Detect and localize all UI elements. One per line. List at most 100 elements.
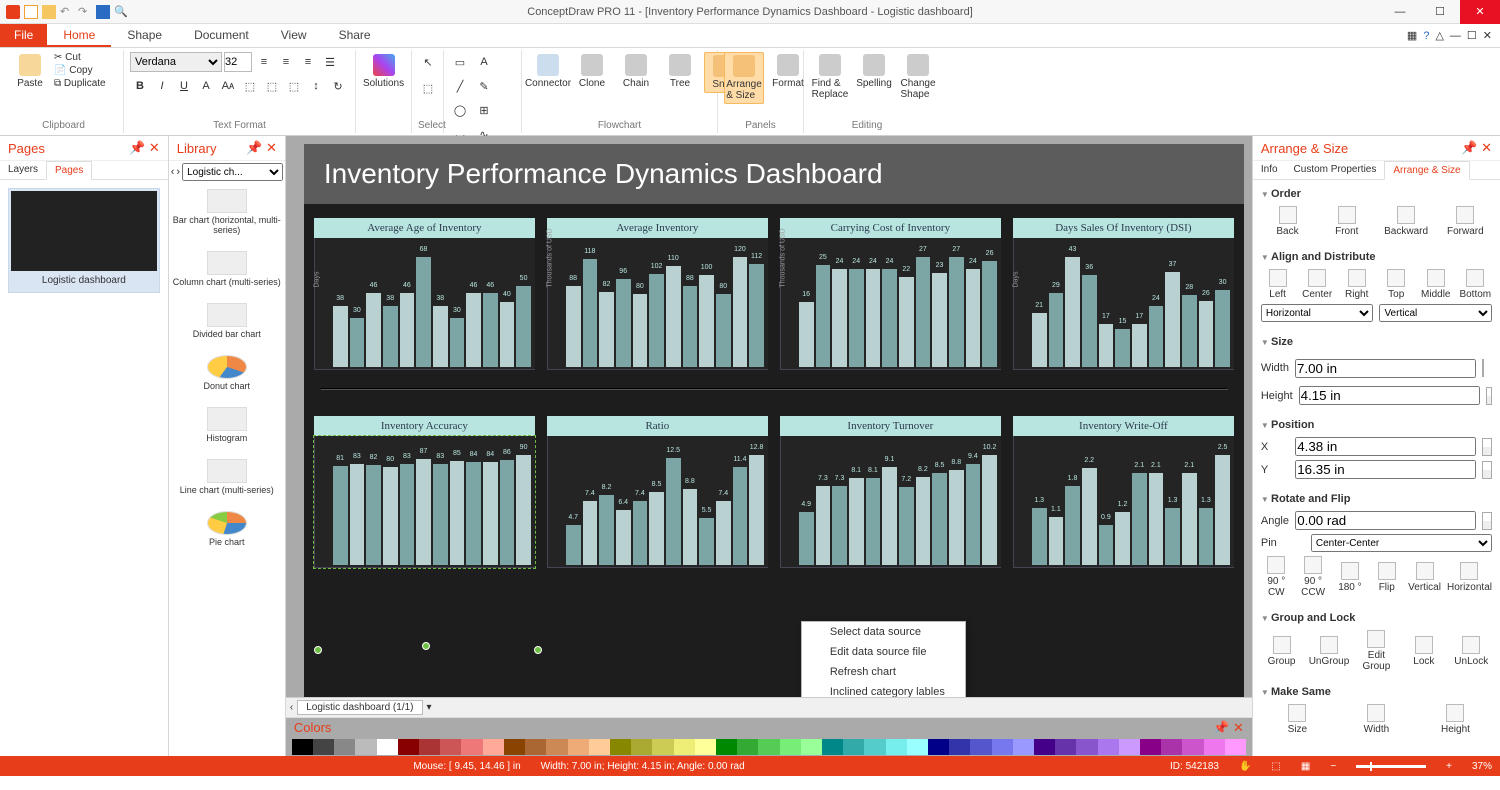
chart-card[interactable]: Carrying Cost of InventoryThousands of U… bbox=[780, 218, 1001, 370]
hand-icon[interactable]: ✋ bbox=[1239, 761, 1251, 772]
pen-tool-icon[interactable]: ✎ bbox=[474, 76, 494, 96]
color-swatch[interactable] bbox=[377, 739, 398, 755]
tab-view[interactable]: View bbox=[265, 24, 323, 47]
color-swatch[interactable] bbox=[631, 739, 652, 755]
insert-tool-icon[interactable]: ⊞ bbox=[474, 100, 494, 120]
solutions-button[interactable]: Solutions bbox=[362, 52, 405, 91]
color-swatch[interactable] bbox=[674, 739, 695, 755]
zoom-icon[interactable]: 🔍 bbox=[114, 5, 128, 19]
collapse-ribbon-icon[interactable]: △ bbox=[1435, 29, 1443, 42]
lasso-icon[interactable]: ⬚ bbox=[418, 78, 438, 98]
color-swatch[interactable] bbox=[355, 739, 376, 755]
panel-button[interactable]: UnGroup bbox=[1308, 636, 1349, 667]
lib-item-pie[interactable]: Pie chart bbox=[169, 505, 285, 557]
small-caps-icon[interactable]: Aᴀ bbox=[218, 76, 238, 96]
arrange-tab-arrange[interactable]: Arrange & Size bbox=[1384, 161, 1469, 180]
help-icon[interactable]: ? bbox=[1423, 30, 1429, 42]
zoom-out-icon[interactable]: − bbox=[1330, 761, 1336, 772]
find-replace-button[interactable]: Find & Replace bbox=[810, 52, 850, 102]
panel-button[interactable]: Backward bbox=[1379, 206, 1432, 237]
paste-button[interactable]: Paste bbox=[10, 52, 50, 91]
chart-card[interactable]: Days Sales Of Inventory (DSI)Days2129433… bbox=[1013, 218, 1234, 370]
grid-icon[interactable]: ▦ bbox=[1301, 761, 1310, 772]
panel-button[interactable]: UnLock bbox=[1451, 636, 1492, 667]
angle-spinner[interactable] bbox=[1482, 512, 1492, 530]
tab-dropdown-icon[interactable]: ▾ bbox=[427, 702, 432, 713]
copy-button[interactable]: 📄 Copy bbox=[54, 65, 106, 76]
mdi-close-icon[interactable]: ✕ bbox=[1483, 29, 1492, 42]
color-swatch[interactable] bbox=[1076, 739, 1097, 755]
color-swatch[interactable] bbox=[992, 739, 1013, 755]
valign-bot-icon[interactable]: ⬚ bbox=[284, 76, 304, 96]
color-swatch[interactable] bbox=[949, 739, 970, 755]
color-swatch[interactable] bbox=[546, 739, 567, 755]
color-swatch[interactable] bbox=[1098, 739, 1119, 755]
color-swatch[interactable] bbox=[313, 739, 334, 755]
bold-icon[interactable]: B bbox=[130, 76, 150, 96]
color-swatch[interactable] bbox=[822, 739, 843, 755]
file-menu[interactable]: File bbox=[0, 24, 47, 47]
ctx-item[interactable]: Refresh chart bbox=[802, 662, 965, 682]
panel-button[interactable]: Vertical bbox=[1408, 562, 1441, 593]
panel-button[interactable]: Horizontal bbox=[1447, 562, 1492, 593]
arrange-close-icon[interactable]: ✕ bbox=[1481, 140, 1492, 155]
tab-prev-icon[interactable]: ‹ bbox=[290, 702, 293, 713]
drawing-canvas[interactable]: Inventory Performance Dynamics Dashboard… bbox=[304, 144, 1244, 697]
color-swatch[interactable] bbox=[843, 739, 864, 755]
width-input[interactable] bbox=[1295, 359, 1476, 378]
zoom-slider[interactable] bbox=[1356, 765, 1426, 768]
color-swatch[interactable] bbox=[483, 739, 504, 755]
color-swatch[interactable] bbox=[1119, 739, 1140, 755]
color-swatch[interactable] bbox=[1140, 739, 1161, 755]
lib-item-histogram[interactable]: Histogram bbox=[169, 401, 285, 453]
chart-card[interactable]: Inventory Turnover4.97.37.38.18.19.17.28… bbox=[780, 416, 1001, 568]
color-swatch[interactable] bbox=[1013, 739, 1034, 755]
chart-card[interactable]: Ratio4.77.48.26.47.48.512.58.85.57.411.4… bbox=[547, 416, 768, 568]
color-swatch[interactable] bbox=[589, 739, 610, 755]
save-icon[interactable] bbox=[96, 5, 110, 19]
color-swatch[interactable] bbox=[419, 739, 440, 755]
align-h-select[interactable]: Horizontal bbox=[1261, 304, 1374, 322]
colors-close-icon[interactable]: ✕ bbox=[1233, 720, 1244, 735]
y-input[interactable] bbox=[1295, 460, 1476, 479]
connector-button[interactable]: Connector bbox=[528, 52, 568, 91]
pin-select[interactable]: Center-Center bbox=[1311, 534, 1492, 552]
panel-button[interactable]: Middle bbox=[1419, 269, 1453, 300]
tab-document[interactable]: Document bbox=[178, 24, 265, 47]
pages-pin-icon[interactable]: 📌 bbox=[129, 140, 145, 155]
color-swatch[interactable] bbox=[970, 739, 991, 755]
mdi-max-icon[interactable]: ☐ bbox=[1467, 29, 1477, 42]
pointer-icon[interactable]: ↖ bbox=[418, 52, 438, 72]
panel-button[interactable]: Center bbox=[1300, 269, 1334, 300]
new-icon[interactable] bbox=[24, 5, 38, 19]
width-spinner[interactable] bbox=[1482, 359, 1484, 377]
lib-close-icon[interactable]: ✕ bbox=[266, 140, 277, 155]
lib-prev-icon[interactable]: ‹ bbox=[171, 166, 175, 178]
color-swatch[interactable] bbox=[652, 739, 673, 755]
color-swatches[interactable] bbox=[286, 738, 1252, 756]
color-swatch[interactable] bbox=[610, 739, 631, 755]
panel-button[interactable]: Forward bbox=[1439, 206, 1492, 237]
color-swatch[interactable] bbox=[1182, 739, 1203, 755]
font-select[interactable]: Verdana bbox=[130, 52, 222, 72]
lib-next-icon[interactable]: › bbox=[176, 166, 180, 178]
undo-icon[interactable]: ↶ bbox=[60, 5, 74, 19]
chart-card[interactable]: Inventory Accuracy8183828083878385848486… bbox=[314, 416, 535, 568]
color-swatch[interactable] bbox=[398, 739, 419, 755]
color-swatch[interactable] bbox=[504, 739, 525, 755]
panel-button[interactable]: Back bbox=[1261, 206, 1314, 237]
snap-icon[interactable]: ⬚ bbox=[1271, 761, 1280, 772]
chart-card[interactable]: Inventory Write-Off1.31.11.82.20.91.22.1… bbox=[1013, 416, 1234, 568]
height-spinner[interactable] bbox=[1486, 387, 1492, 405]
clone-button[interactable]: Clone bbox=[572, 52, 612, 91]
ctx-item[interactable]: Edit data source file bbox=[802, 642, 965, 662]
library-selector[interactable]: Logistic ch... bbox=[182, 163, 283, 181]
zoom-in-icon[interactable]: + bbox=[1446, 761, 1452, 772]
format-button[interactable]: Format bbox=[768, 52, 808, 91]
color-swatch[interactable] bbox=[461, 739, 482, 755]
ellipse-tool-icon[interactable]: ◯ bbox=[450, 100, 470, 120]
x-input[interactable] bbox=[1295, 437, 1476, 456]
sheet-tab[interactable]: Logistic dashboard (1/1) bbox=[297, 700, 422, 715]
panel-button[interactable]: Right bbox=[1340, 269, 1374, 300]
tab-home[interactable]: Home bbox=[47, 24, 111, 47]
